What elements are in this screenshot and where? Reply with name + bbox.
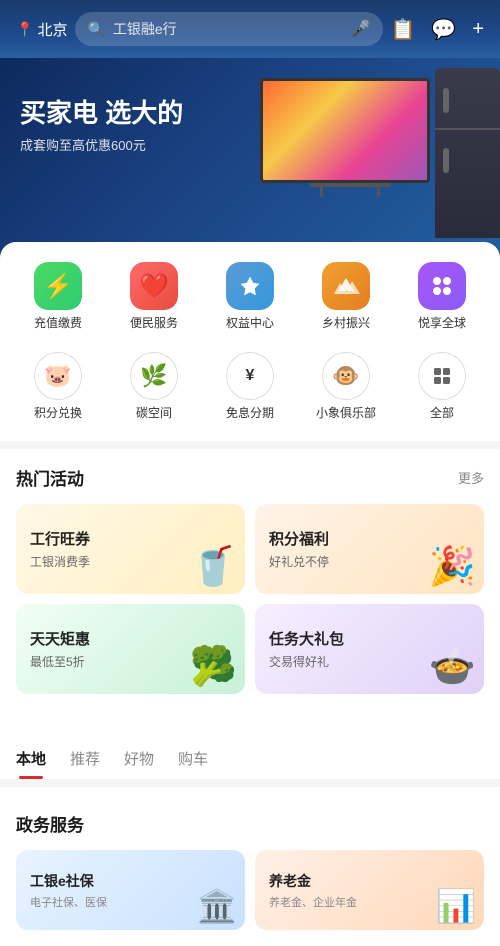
global-label: 悦享全球: [418, 316, 466, 332]
civic-icon: ❤️: [130, 262, 178, 310]
installment-label: 免息分期: [226, 406, 274, 422]
activity-grid: 工行旺券 工银消费季 🥤 积分福利 好礼兑不停 🎉 天天矩惠 最低至5折 🥦 任…: [16, 504, 484, 694]
search-icon: 🔍: [87, 21, 104, 38]
hot-more-link[interactable]: 更多: [458, 468, 484, 487]
menu-item-recharge[interactable]: ⚡ 充值缴费: [18, 262, 98, 332]
benefits-icon: [226, 262, 274, 310]
header: 📍 北京 🔍 工银融e行 🎤 📋 💬 +: [0, 0, 500, 58]
section-divider-2: [0, 779, 500, 787]
quick-menu-row2: 🐷 积分兑换 🌿 碳空间 ¥ 免息分期 🐵 小象俱乐部 全部: [0, 348, 500, 442]
quick-menu-row1: ⚡ 充值缴费 ❤️ 便民服务 权益中心 乡村振兴: [0, 262, 500, 348]
gov-img-pension: 📊: [436, 887, 476, 925]
hot-section: 热门活动 更多 工行旺券 工银消费季 🥤 积分福利 好礼兑不停 🎉 天天矩惠 最…: [0, 449, 500, 728]
mic-icon[interactable]: 🎤: [351, 19, 371, 39]
elephant-label: 小象俱乐部: [316, 406, 376, 422]
banner-title: 买家电 选大的: [20, 98, 183, 129]
elephant-icon: 🐵: [322, 352, 370, 400]
gov-card-esocial[interactable]: 工银e社保 电子社保、医保 🏛️: [16, 850, 245, 930]
menu-item-all[interactable]: 全部: [402, 352, 482, 422]
menu-item-points[interactable]: 🐷 积分兑换: [18, 352, 98, 422]
main-card: ⚡ 充值缴费 ❤️ 便民服务 权益中心 乡村振兴: [0, 242, 500, 946]
search-bar[interactable]: 🔍 工银融e行 🎤: [75, 12, 382, 46]
activity-dot-1: [238, 706, 252, 712]
tab-local[interactable]: 本地: [16, 748, 46, 779]
gov-section-header: 政务服务: [16, 811, 484, 836]
recharge-icon: ⚡: [34, 262, 82, 310]
activity-card-points-gift[interactable]: 积分福利 好礼兑不停 🎉: [255, 504, 484, 594]
menu-item-benefits[interactable]: 权益中心: [210, 262, 290, 332]
tab-cart[interactable]: 购车: [178, 748, 208, 779]
activity-card-task[interactable]: 任务大礼包 交易得好礼 🍲: [255, 604, 484, 694]
rural-icon: [322, 262, 370, 310]
points-label: 积分兑换: [34, 406, 82, 422]
activity-card-coupon[interactable]: 工行旺券 工银消费季 🥤: [16, 504, 245, 594]
gov-img-esocial: 🏛️: [197, 887, 237, 925]
gov-cards: 工银e社保 电子社保、医保 🏛️ 养老金 养老金、企业年金 📊: [16, 850, 484, 930]
tab-recommend[interactable]: 推荐: [70, 748, 100, 779]
all-icon: [418, 352, 466, 400]
gov-section: 政务服务 工银e社保 电子社保、医保 🏛️ 养老金 养老金、企业年金 📊: [0, 795, 500, 946]
activity-dot-2: [257, 706, 263, 712]
menu-item-carbon[interactable]: 🌿 碳空间: [114, 352, 194, 422]
gov-card-pension[interactable]: 养老金 养老金、企业年金 📊: [255, 850, 484, 930]
tabs-bar: 本地 推荐 好物 购车: [0, 736, 500, 779]
banner[interactable]: 买家电 选大的 成套购至高优惠600元: [0, 58, 500, 258]
hot-section-header: 热门活动 更多: [16, 465, 484, 490]
carbon-icon: 🌿: [130, 352, 178, 400]
banner-text: 买家电 选大的 成套购至高优惠600元: [20, 98, 183, 154]
message-icon[interactable]: 💬: [431, 17, 456, 42]
carbon-label: 碳空间: [136, 406, 172, 422]
all-label: 全部: [430, 406, 454, 422]
banner-tv-image: [260, 78, 440, 208]
header-actions: 📋 💬 +: [391, 17, 485, 42]
section-divider-1: [0, 441, 500, 449]
tab-goods[interactable]: 好物: [124, 748, 154, 779]
activity-dots: [16, 706, 484, 712]
menu-item-civic[interactable]: ❤️ 便民服务: [114, 262, 194, 332]
search-placeholder-text: 工银融e行: [113, 19, 343, 39]
installment-icon: ¥: [226, 352, 274, 400]
menu-item-elephant[interactable]: 🐵 小象俱乐部: [306, 352, 386, 422]
location-icon: 📍: [16, 21, 33, 38]
rural-label: 乡村振兴: [322, 316, 370, 332]
banner-fridge-image: [435, 68, 500, 238]
menu-item-global[interactable]: 悦享全球: [402, 262, 482, 332]
location-button[interactable]: 📍 北京: [16, 19, 67, 40]
activity-card-daily[interactable]: 天天矩惠 最低至5折 🥦: [16, 604, 245, 694]
location-label: 北京: [37, 19, 67, 40]
civic-label: 便民服务: [130, 316, 178, 332]
recharge-label: 充值缴费: [34, 316, 82, 332]
document-icon[interactable]: 📋: [391, 17, 416, 42]
activity-img-daily: 🥦: [190, 645, 237, 689]
global-icon: [418, 262, 466, 310]
activity-img-coupon: 🥤: [190, 545, 237, 589]
menu-item-installment[interactable]: ¥ 免息分期: [210, 352, 290, 422]
menu-item-rural[interactable]: 乡村振兴: [306, 262, 386, 332]
gov-section-title: 政务服务: [16, 811, 84, 836]
benefits-label: 权益中心: [226, 316, 274, 332]
points-icon: 🐷: [34, 352, 82, 400]
banner-subtitle: 成套购至高优惠600元: [20, 135, 183, 154]
activity-img-task: 🍲: [429, 645, 476, 689]
add-icon[interactable]: +: [472, 18, 484, 41]
activity-img-points-gift: 🎉: [429, 545, 476, 589]
hot-section-title: 热门活动: [16, 465, 84, 490]
